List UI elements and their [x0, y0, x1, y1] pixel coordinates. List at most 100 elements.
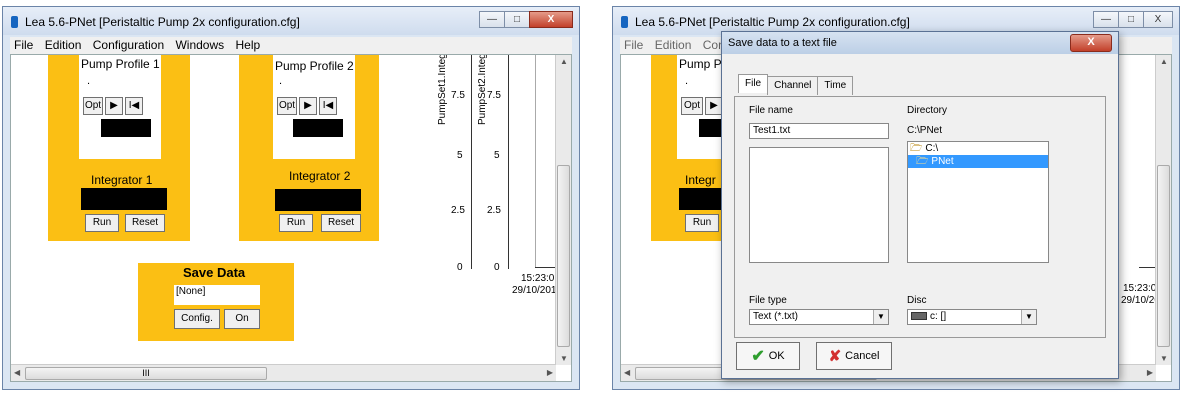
- chevron-down-icon[interactable]: ▼: [1021, 310, 1036, 324]
- menu-edition[interactable]: Edition: [655, 38, 692, 52]
- pump1-opt-button[interactable]: Opt: [83, 97, 103, 115]
- cancel-label: Cancel: [845, 350, 880, 362]
- save-data-config-button[interactable]: Config.: [174, 309, 220, 329]
- axis2-tick: 0: [494, 262, 500, 273]
- ok-button[interactable]: ✔ OK: [736, 342, 800, 370]
- minimize-button[interactable]: —: [1093, 11, 1119, 28]
- pump1-play-button[interactable]: ▶: [105, 97, 123, 115]
- file-name-label: File name: [749, 105, 793, 116]
- integrator1-reset-button[interactable]: Reset: [125, 214, 165, 232]
- save-data-status: [None]: [174, 285, 260, 305]
- cross-icon: ✘: [828, 348, 842, 365]
- disc-label: Disc: [907, 295, 927, 306]
- pump2-title: Pump Profile 2: [275, 59, 354, 73]
- app-icon: [621, 16, 628, 28]
- integrator1-display: [81, 188, 167, 210]
- menu-bar: File Edition Configuration Windows Help: [10, 37, 572, 54]
- scroll-left-icon[interactable]: ◀: [14, 368, 20, 377]
- pump1-opt-button[interactable]: Opt: [681, 97, 703, 115]
- integrator2-run-button[interactable]: Run: [279, 214, 313, 232]
- menu-configuration[interactable]: Configuration: [93, 38, 164, 52]
- close-button[interactable]: X: [529, 11, 573, 28]
- dialog-tabs: File Channel Time: [738, 74, 854, 95]
- pump2-display: [293, 119, 343, 137]
- disc-value: c: []: [930, 311, 947, 322]
- file-list[interactable]: [749, 147, 889, 263]
- maximize-button[interactable]: □: [1118, 11, 1144, 28]
- menu-help[interactable]: Help: [236, 38, 261, 52]
- title-bar[interactable]: Lea 5.6-PNet [Peristaltic Pump 2x config…: [3, 7, 579, 35]
- dialog-title-bar[interactable]: Save data to a text file X: [722, 32, 1118, 54]
- dir-item-pnet[interactable]: 🗁 PNet: [908, 155, 1048, 168]
- pump2-rewind-button[interactable]: I◀: [319, 97, 337, 115]
- tab-channel[interactable]: Channel: [767, 76, 819, 95]
- vertical-scrollbar[interactable]: ▲ ▼: [1155, 55, 1171, 365]
- file-type-label: File type: [749, 295, 787, 306]
- workspace: Pump Profile 1 . Opt ▶ I◀ Integrator 1 R…: [10, 54, 572, 382]
- minimize-button[interactable]: —: [479, 11, 505, 28]
- pump1-value: .: [685, 75, 689, 87]
- close-button[interactable]: X: [1143, 11, 1173, 28]
- scroll-up-icon[interactable]: ▲: [560, 57, 568, 66]
- scroll-up-icon[interactable]: ▲: [1160, 57, 1168, 66]
- horizontal-scrollbar[interactable]: ◀ III ▶: [11, 364, 556, 381]
- dir-item-label: C:\: [925, 142, 939, 154]
- maximize-button[interactable]: □: [504, 11, 530, 28]
- axis1-tick: 2.5: [451, 205, 465, 216]
- scroll-down-icon[interactable]: ▼: [560, 354, 568, 363]
- menu-edition[interactable]: Edition: [45, 38, 82, 52]
- dialog-close-button[interactable]: X: [1070, 34, 1112, 52]
- integrator2-display: [275, 189, 361, 211]
- axis2-tick: 5: [494, 150, 500, 161]
- drive-icon: [911, 312, 927, 321]
- pump2-play-button[interactable]: ▶: [299, 97, 317, 115]
- chart-axis2: [508, 55, 509, 269]
- vertical-scroll-thumb[interactable]: [557, 165, 570, 347]
- scroll-down-icon[interactable]: ▼: [1160, 354, 1168, 363]
- axis1-tick: 5: [457, 150, 463, 161]
- dialog-title: Save data to a text file: [728, 37, 837, 49]
- pump1-title: Pump P: [679, 57, 722, 71]
- cancel-button[interactable]: ✘ Cancel: [816, 342, 892, 370]
- integrator2-reset-button[interactable]: Reset: [321, 214, 361, 232]
- disc-select[interactable]: c: [] ▼: [907, 309, 1037, 325]
- scroll-right-icon[interactable]: ▶: [547, 368, 553, 377]
- vertical-scrollbar[interactable]: ▲ ▼: [555, 55, 571, 365]
- directory-value: C:\PNet: [907, 125, 943, 136]
- pump1-rewind-button[interactable]: I◀: [125, 97, 143, 115]
- dir-item-root[interactable]: 🗁 C:\: [908, 142, 1048, 155]
- main-window-with-dialog: Lea 5.6-PNet [Peristaltic Pump 2x config…: [612, 6, 1180, 390]
- main-window: Lea 5.6-PNet [Peristaltic Pump 2x config…: [2, 6, 580, 390]
- vertical-scroll-thumb[interactable]: [1157, 165, 1170, 347]
- pump2-opt-button[interactable]: Opt: [277, 97, 297, 115]
- dir-item-label: PNet: [931, 155, 954, 167]
- file-type-value: Text (*.txt): [753, 311, 799, 322]
- tab-time[interactable]: Time: [817, 76, 854, 95]
- axis1-tick: 7.5: [451, 90, 465, 101]
- chart-axis1: [471, 55, 472, 269]
- menu-windows[interactable]: Windows: [175, 38, 224, 52]
- folder-open-icon: 🗁: [910, 142, 923, 154]
- file-name-input[interactable]: Test1.txt: [749, 123, 889, 139]
- pump1-value: .: [87, 75, 91, 87]
- axis2-tick: 7.5: [487, 90, 501, 101]
- axis2-tick: 2.5: [487, 205, 501, 216]
- directory-list[interactable]: 🗁 C:\ 🗁 PNet: [907, 141, 1049, 263]
- integrator1-run-button[interactable]: Run: [685, 214, 719, 232]
- menu-file[interactable]: File: [624, 38, 643, 52]
- menu-file[interactable]: File: [14, 38, 33, 52]
- file-type-select[interactable]: Text (*.txt) ▼: [749, 309, 889, 325]
- chevron-down-icon[interactable]: ▼: [873, 310, 888, 324]
- save-data-on-button[interactable]: On: [224, 309, 260, 329]
- pump1-display: [101, 119, 151, 137]
- integrator1-run-button[interactable]: Run: [85, 214, 119, 232]
- horizontal-scroll-thumb[interactable]: III: [25, 367, 267, 380]
- ok-label: OK: [768, 350, 785, 362]
- scroll-right-icon[interactable]: ▶: [1147, 368, 1153, 377]
- scroll-left-icon[interactable]: ◀: [624, 368, 630, 377]
- tab-file[interactable]: File: [738, 74, 769, 93]
- integrator1-title: Integr: [685, 173, 716, 187]
- pump1-title: Pump Profile 1: [81, 57, 160, 71]
- checkmark-icon: ✔: [751, 348, 765, 365]
- integrator2-title: Integrator 2: [289, 169, 351, 183]
